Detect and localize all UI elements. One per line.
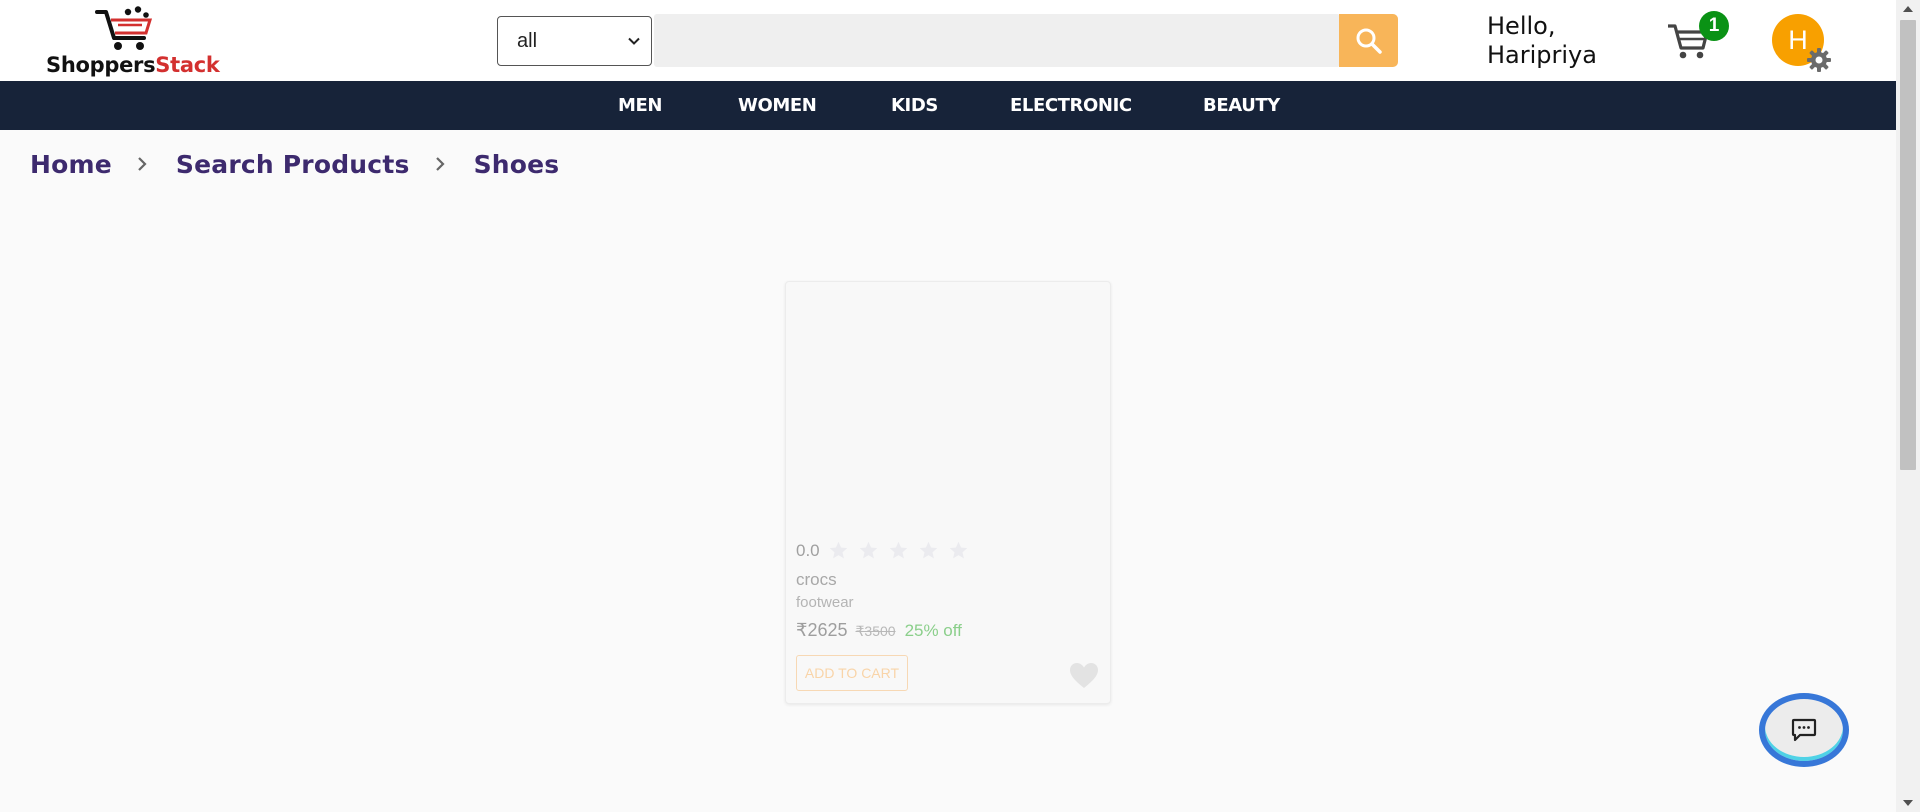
breadcrumb-search-products[interactable]: Search Products bbox=[176, 150, 410, 179]
cart-count-badge[interactable]: 1 bbox=[1699, 11, 1729, 41]
greeting-line1: Hello, bbox=[1487, 12, 1556, 40]
add-to-cart-button[interactable]: ADD TO CART bbox=[796, 655, 908, 691]
star-icon bbox=[919, 541, 937, 559]
chevron-down-icon bbox=[628, 37, 640, 45]
scrollbar-thumb[interactable] bbox=[1900, 20, 1916, 470]
brand-name: ShoppersStack bbox=[46, 53, 220, 77]
logo-cart-icon bbox=[95, 6, 153, 50]
heart-icon[interactable] bbox=[1069, 662, 1099, 690]
product-category: footwear bbox=[796, 594, 854, 611]
settings-gear-icon[interactable] bbox=[1806, 47, 1832, 73]
price-row: ₹2625 ₹3500 25% off bbox=[796, 620, 962, 641]
shoppersstack-logo[interactable]: ShoppersStack bbox=[46, 4, 226, 77]
nav-item-women[interactable]: WOMEN bbox=[738, 81, 817, 130]
chevron-right-icon bbox=[138, 157, 147, 171]
greeting-username: Haripriya bbox=[1487, 41, 1597, 69]
category-nav: MEN WOMEN KIDS ELECTRONIC BEAUTY bbox=[0, 81, 1896, 130]
rating-value: 0.0 bbox=[796, 540, 820, 560]
search-input[interactable] bbox=[654, 14, 1340, 67]
rating-stars bbox=[828, 540, 969, 561]
star-icon bbox=[859, 541, 877, 559]
scroll-up-arrow-icon[interactable] bbox=[1896, 0, 1920, 18]
product-card[interactable]: 0.0 crocs footwear ₹2625 ₹3500 25% off A… bbox=[785, 281, 1111, 704]
product-discount: 25% off bbox=[904, 621, 962, 640]
chat-icon bbox=[1791, 718, 1817, 742]
star-icon bbox=[949, 541, 967, 559]
brand-name-part1: Shoppers bbox=[46, 53, 156, 77]
nav-item-men[interactable]: MEN bbox=[618, 81, 662, 130]
product-price: ₹2625 bbox=[796, 620, 848, 640]
search-button[interactable] bbox=[1339, 14, 1398, 67]
nav-item-beauty[interactable]: BEAUTY bbox=[1203, 81, 1280, 130]
product-mrp: ₹3500 bbox=[855, 623, 896, 639]
nav-item-electronic[interactable]: ELECTRONIC bbox=[1010, 81, 1132, 130]
category-select[interactable]: all bbox=[497, 16, 652, 66]
search-icon bbox=[1356, 28, 1382, 54]
product-name[interactable]: crocs bbox=[796, 570, 837, 590]
breadcrumb-shoes[interactable]: Shoes bbox=[474, 150, 560, 179]
breadcrumb: Home Search Products Shoes bbox=[30, 149, 559, 179]
nav-item-kids[interactable]: KIDS bbox=[891, 81, 938, 130]
page-scrollbar[interactable] bbox=[1896, 0, 1920, 812]
product-rating: 0.0 bbox=[796, 540, 969, 561]
category-select-value: all bbox=[517, 29, 538, 52]
star-icon bbox=[889, 541, 907, 559]
brand-name-part2: Stack bbox=[155, 53, 220, 77]
chat-button[interactable] bbox=[1759, 693, 1849, 767]
breadcrumb-home[interactable]: Home bbox=[30, 150, 112, 179]
scroll-down-arrow-icon[interactable] bbox=[1896, 794, 1920, 812]
user-greeting: Hello, Haripriya bbox=[1487, 12, 1597, 70]
top-header: ShoppersStack all Hello, Haripriya 1 H bbox=[0, 0, 1896, 81]
star-icon bbox=[829, 541, 847, 559]
chevron-right-icon bbox=[435, 157, 445, 171]
